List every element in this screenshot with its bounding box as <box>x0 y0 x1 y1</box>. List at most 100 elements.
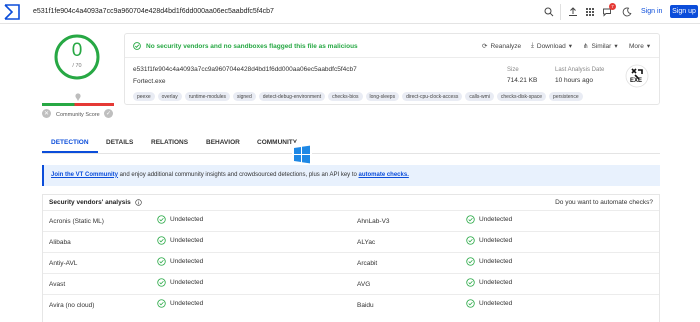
table-row: Avira (no cloud) Undetected Baidu Undetecte… <box>43 294 659 315</box>
file-name: Fortect.exe <box>133 78 166 85</box>
file-tag[interactable]: detect-debug-environment <box>258 92 326 101</box>
check-circle-icon <box>157 257 166 266</box>
top-bar: e531f1fe904c4a4093a7cc9a960704e428d4bd1f… <box>0 0 700 24</box>
table-row: Antiy-AVL Undetected Arcabit Undetected <box>43 252 659 273</box>
check-circle-icon <box>133 42 141 50</box>
download-icon: ⤓ <box>531 42 534 49</box>
community-score-bar <box>42 103 114 106</box>
vendor-result: Undetected <box>466 299 512 308</box>
file-tag[interactable]: calls-wmi <box>465 92 494 101</box>
chevron-down-icon: ▾ <box>614 43 618 50</box>
toolbar-divider <box>560 4 561 20</box>
vendor-result-text: Undetected <box>170 216 204 223</box>
vendor-result-text: Undetected <box>479 279 513 286</box>
dark-mode-icon[interactable] <box>620 5 634 19</box>
tab-detection[interactable]: DETECTION <box>51 139 89 146</box>
vote-malicious-button[interactable]: ✕ <box>42 109 51 118</box>
vendor-result: Undetected <box>157 257 203 266</box>
vendor-result-text: Undetected <box>479 237 513 244</box>
vendor-result-text: Undetected <box>170 258 204 265</box>
vendor-name: AhnLab-V3 <box>357 218 390 225</box>
search-icon[interactable] <box>542 5 556 19</box>
notifications-icon[interactable]: 7 <box>600 3 616 19</box>
vendor-result-text: Undetected <box>170 237 204 244</box>
file-tag[interactable]: checks-bios <box>328 92 363 101</box>
upload-icon[interactable] <box>566 5 580 19</box>
reanalyze-button[interactable]: ⟳ Reanalyze <box>482 42 521 51</box>
check-circle-icon <box>157 236 166 245</box>
join-community-link[interactable]: Join the VT Community <box>51 172 118 178</box>
vendor-result-text: Undetected <box>479 258 513 265</box>
file-tag[interactable]: checks-disk-space <box>496 92 547 101</box>
vendor-result-text: Undetected <box>479 300 513 307</box>
vendor-name: ALYac <box>357 239 376 246</box>
check-circle-icon <box>466 278 475 287</box>
chevron-down-icon: ▾ <box>568 43 573 50</box>
file-tag[interactable]: runtime-modules <box>184 92 230 101</box>
exe-file-icon <box>625 64 649 88</box>
windows-logo-icon <box>292 143 312 167</box>
vendor-analysis-title: Security vendors' analysis <box>49 199 131 206</box>
check-circle-icon <box>466 257 475 266</box>
notification-count-badge: 7 <box>609 3 616 10</box>
size-label: Size <box>507 67 519 73</box>
table-row: Avast Undetected AVG Undetected <box>43 273 659 294</box>
analysis-status: No security vendors and no sandboxes fla… <box>133 42 358 50</box>
vendor-result: Undetected <box>466 257 512 266</box>
tab-behavior[interactable]: BEHAVIOR <box>206 139 240 146</box>
size-value: 714.21 KB <box>507 77 538 84</box>
chevron-down-icon: ▾ <box>646 43 651 50</box>
community-banner-text: Join the VT Community and enjoy addition… <box>51 172 409 178</box>
automate-checks-link[interactable]: automate checks. <box>359 172 409 178</box>
detection-count: 0 <box>71 40 83 61</box>
vendor-result: Undetected <box>157 278 203 287</box>
last-analysis-value: 10 hours ago <box>555 77 593 84</box>
file-tag[interactable]: long-sleeps <box>365 92 400 101</box>
file-tag[interactable]: direct-cpu-clock-access <box>402 92 463 101</box>
file-tag[interactable]: signed <box>233 92 256 101</box>
vote-harmless-button[interactable]: ✓ <box>104 109 113 118</box>
file-tag[interactable]: persistence <box>549 92 583 101</box>
vendor-name: AVG <box>357 281 371 288</box>
similar-button[interactable]: ⋔ Similar ▾ <box>583 42 618 51</box>
virustotal-logo[interactable] <box>4 4 20 20</box>
file-hash[interactable]: e531f1fe904c4a4093a7cc9a960704e428d4bd1f… <box>133 66 357 73</box>
info-icon[interactable] <box>135 199 142 206</box>
check-circle-icon <box>157 299 166 308</box>
vendor-result: Undetected <box>157 299 203 308</box>
report-tabs: DETECTION DETAILS RELATIONS BEHAVIOR COM… <box>42 131 660 154</box>
tab-details[interactable]: DETAILS <box>106 139 133 146</box>
check-circle-icon <box>466 215 475 224</box>
vendor-result-text: Undetected <box>479 216 513 223</box>
vendor-result: Undetected <box>466 236 512 245</box>
score-marker-icon <box>75 93 81 101</box>
vendor-result: Undetected <box>157 215 203 224</box>
file-tag[interactable]: peexe <box>133 92 155 101</box>
vendor-name: Alibaba <box>49 239 71 246</box>
detection-total: / 70 <box>72 63 82 69</box>
automate-checks-prompt[interactable]: Do you want to automate checks? <box>555 199 653 206</box>
apps-grid-icon[interactable] <box>583 5 597 19</box>
sign-in-link[interactable]: Sign in <box>641 8 662 15</box>
file-tag[interactable]: overlay <box>157 92 182 101</box>
analysis-status-text: No security vendors and no sandboxes fla… <box>146 42 358 50</box>
table-row: Alibaba Undetected ALYac Undetected <box>43 231 659 252</box>
download-button[interactable]: ⤓ Download ▾ <box>531 42 572 50</box>
active-tab-indicator <box>42 151 98 153</box>
community-banner: Join the VT Community and enjoy addition… <box>42 165 660 186</box>
similar-icon: ⋔ <box>583 43 589 50</box>
tab-relations[interactable]: RELATIONS <box>151 139 188 146</box>
card-divider <box>125 57 659 58</box>
download-label: Download <box>536 42 566 50</box>
vendor-name: Arcabit <box>357 260 378 267</box>
vendor-result: Undetected <box>466 278 512 287</box>
check-circle-icon <box>466 236 475 245</box>
sign-up-button[interactable]: Sign up <box>670 5 698 18</box>
file-tags: peexe overlay runtime-modules signed detect-… <box>133 92 583 101</box>
search-input[interactable]: e531f1fe904c4a4093a7cc9a960704e428d4bd1f… <box>33 8 274 15</box>
file-summary-card: No security vendors and no sandboxes fla… <box>124 33 660 105</box>
last-analysis-label: Last Analysis Date <box>555 67 605 73</box>
vendor-name: Antiy-AVL <box>49 260 78 267</box>
vendor-result-text: Undetected <box>170 300 204 307</box>
more-button[interactable]: More ▾ <box>629 42 651 51</box>
